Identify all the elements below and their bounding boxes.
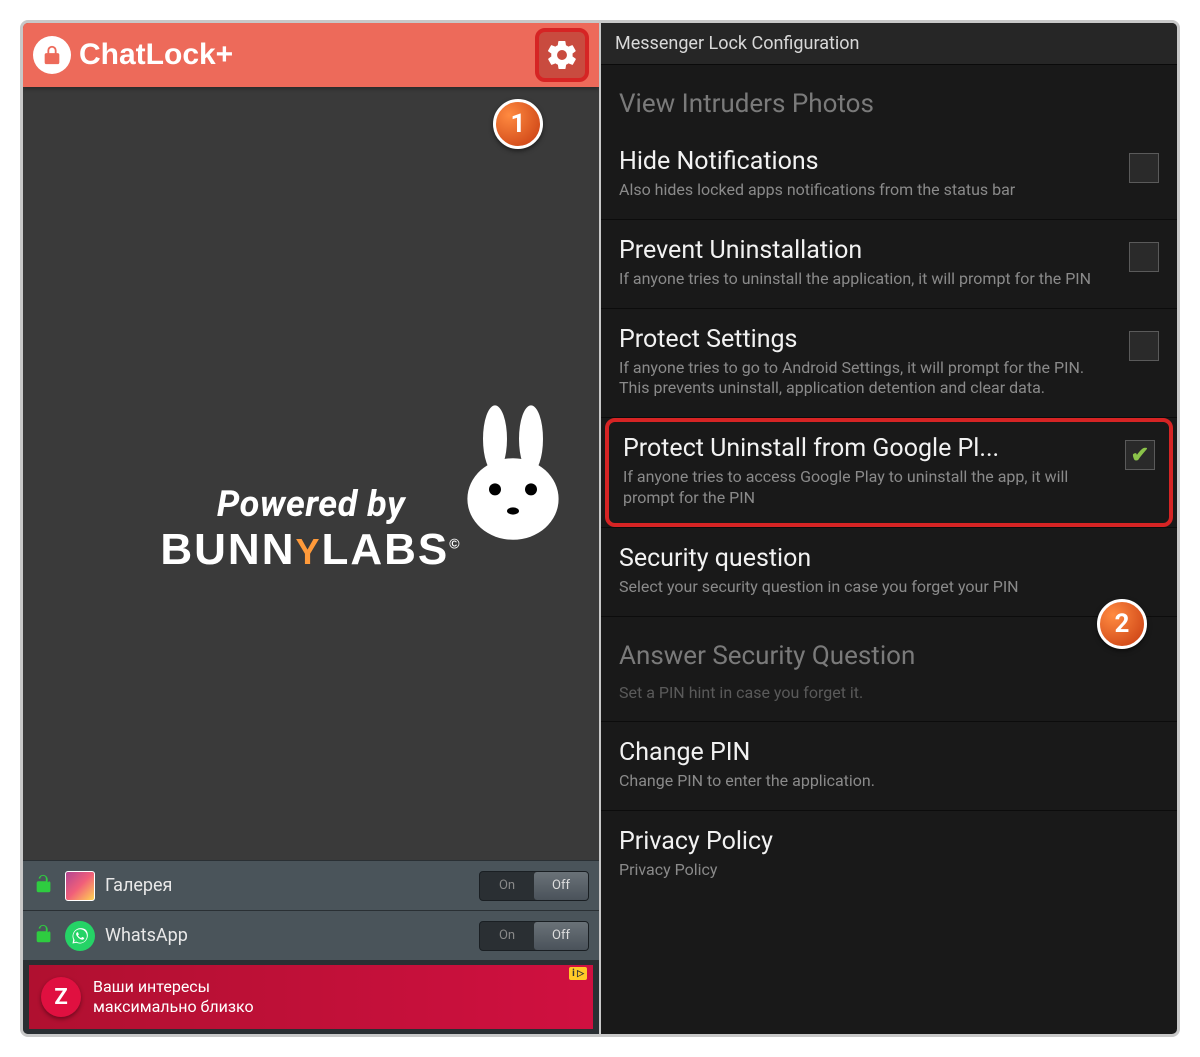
item-answer-security: Set a PIN hint in case you forget it.: [601, 683, 1177, 723]
settings-list[interactable]: View Intruders Photos Hide Notifications…: [601, 65, 1177, 899]
ad-text: Ваши интересы максимально близко: [93, 977, 254, 1017]
toggle-on[interactable]: On: [480, 922, 534, 950]
item-desc: Change PIN to enter the application.: [619, 771, 1159, 792]
app-row-gallery[interactable]: Галерея On Off: [23, 860, 599, 910]
item-title: Change PIN: [619, 738, 1159, 767]
item-desc: Select your security question in case yo…: [619, 577, 1159, 598]
toggle-switch[interactable]: On Off: [479, 921, 589, 951]
item-desc: If anyone tries to uninstall the applica…: [619, 269, 1117, 290]
checkbox[interactable]: [1129, 153, 1159, 183]
app-title: ChatLock+: [79, 38, 233, 72]
item-desc: Also hides locked apps notifications fro…: [619, 180, 1117, 201]
item-protect-google-play[interactable]: Protect Uninstall from Google Pl... If a…: [605, 418, 1173, 527]
checkbox[interactable]: [1129, 331, 1159, 361]
unlock-icon: [33, 923, 55, 949]
item-desc: Set a PIN hint in case you forget it.: [619, 683, 1159, 704]
unlock-icon: [33, 873, 55, 899]
adchoices-icon[interactable]: i: [569, 967, 587, 980]
toggle-switch[interactable]: On Off: [479, 871, 589, 901]
item-desc: If anyone tries to go to Android Setting…: [619, 358, 1117, 400]
item-prevent-uninstall[interactable]: Prevent Uninstallation If anyone tries t…: [601, 220, 1177, 309]
screen-left-chatlock: ChatLock+ 1 Powered by BUNNYLABS©: [23, 23, 601, 1034]
brand-text: BUNNYLABS©: [160, 525, 461, 575]
whatsapp-app-icon: [65, 921, 95, 951]
bunny-icon: [459, 403, 579, 547]
item-desc: If anyone tries to access Google Play to…: [623, 467, 1113, 509]
app-label: Галерея: [105, 875, 469, 896]
ad-banner[interactable]: Z Ваши интересы максимально близко i: [23, 960, 599, 1034]
settings-button[interactable]: [535, 28, 589, 82]
gallery-app-icon: [65, 871, 95, 901]
item-title: Prevent Uninstallation: [619, 236, 1117, 265]
section-answer: Answer Security Question: [601, 617, 1177, 683]
screen-right-settings: Messenger Lock Configuration View Intrud…: [601, 23, 1177, 1034]
item-title: Protect Uninstall from Google Pl...: [623, 434, 1113, 463]
ad-logo-icon: Z: [41, 977, 81, 1017]
checkbox[interactable]: [1125, 440, 1155, 470]
app-row-whatsapp[interactable]: WhatsApp On Off: [23, 910, 599, 960]
item-hide-notifications[interactable]: Hide Notifications Also hides locked app…: [601, 131, 1177, 220]
item-title: Protect Settings: [619, 325, 1117, 354]
item-change-pin[interactable]: Change PIN Change PIN to enter the appli…: [601, 722, 1177, 811]
composite-frame: ChatLock+ 1 Powered by BUNNYLABS©: [20, 20, 1180, 1037]
item-title: Privacy Policy: [619, 827, 1159, 856]
item-security-question[interactable]: Security question Select your security q…: [601, 527, 1177, 617]
app-label: WhatsApp: [105, 925, 469, 946]
toggle-on[interactable]: On: [480, 872, 534, 900]
app-topbar: ChatLock+: [23, 23, 599, 87]
gear-icon: [545, 38, 579, 72]
settings-header: Messenger Lock Configuration: [601, 23, 1177, 65]
toggle-off[interactable]: Off: [534, 922, 588, 950]
checkbox[interactable]: [1129, 242, 1159, 272]
carrot-icon: Y: [295, 531, 321, 572]
bottom-area: Галерея On Off WhatsApp On Off: [23, 860, 599, 1034]
item-protect-settings[interactable]: Protect Settings If anyone tries to go t…: [601, 309, 1177, 419]
item-desc: Privacy Policy: [619, 860, 1159, 881]
step-badge-2: 2: [1097, 599, 1147, 649]
section-intruders[interactable]: View Intruders Photos: [601, 65, 1177, 131]
lock-icon: [33, 36, 71, 74]
toggle-off[interactable]: Off: [534, 872, 588, 900]
item-title: Hide Notifications: [619, 147, 1117, 176]
item-privacy-policy[interactable]: Privacy Policy Privacy Policy: [601, 811, 1177, 899]
item-title: Security question: [619, 544, 1159, 573]
step-badge-1: 1: [493, 99, 543, 149]
